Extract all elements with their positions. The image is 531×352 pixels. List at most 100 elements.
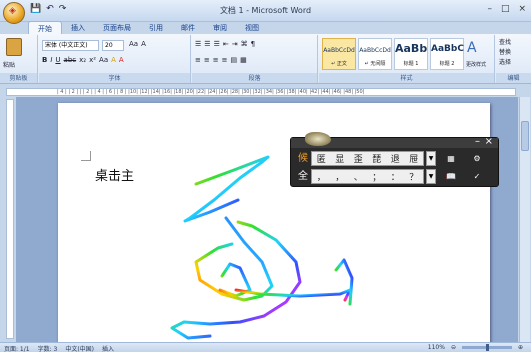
shading-button[interactable]: ▤ [231,56,238,64]
increase-indent-button[interactable]: ⇥ [232,40,238,48]
ime-punct[interactable]: ， [335,170,344,183]
minimize-button[interactable]: – [487,4,492,14]
shrink-font-button[interactable]: A [141,40,146,48]
align-right-button[interactable]: ≡ [213,56,219,64]
ime-settings-icon[interactable]: ⚙ [466,151,488,166]
zoom-slider[interactable] [461,344,512,351]
style-heading-2[interactable]: AaBbC 标题 2 [430,38,464,70]
tab-view[interactable]: 视图 [236,21,268,35]
bold-button[interactable]: B [42,56,47,64]
status-page[interactable]: 页面: 1/1 [4,344,30,352]
tab-references[interactable]: 引用 [140,21,172,35]
align-left-button[interactable]: ≡ [195,56,201,64]
vertical-scrollbar[interactable] [519,97,530,342]
tab-insert[interactable]: 插入 [62,21,94,35]
status-words[interactable]: 字数: 3 [38,344,58,352]
status-zoom[interactable]: 110% [428,344,445,351]
paragraph-row-1: ☰ ☰ ☰ ⇤ ⇥ ⌘ ¶ [195,40,255,48]
ime-handwriting-panel[interactable]: – × 候 匿 显 歪 琵 退 屉 ▼ ▦ ⚙ 全 ， ， 、 ； ： ？ ▼ … [290,132,499,187]
justify-button[interactable]: ≡ [222,56,228,64]
styles-group: AaBbCcDd ↵ 正文 AaBbCcDd ↵ 无间隔 AaBb 标题 1 A… [319,35,495,83]
highlight-button[interactable]: A [111,56,116,64]
ime-dictionary-icon[interactable]: 📖 [440,169,462,184]
grow-font-button[interactable]: Aa [129,40,138,48]
ime-candidate[interactable]: 屉 [409,152,418,165]
replace-button[interactable]: 替换 [499,48,511,58]
editing-group: 查找 替换 选择 编辑 [496,35,531,83]
style-normal[interactable]: AaBbCcDd ↵ 正文 [322,38,356,70]
ime-keyboard-icon[interactable]: ▦ [440,151,462,166]
find-button[interactable]: 查找 [499,38,511,48]
subscript-button[interactable]: x₂ [79,56,86,64]
ime-punctuation-row: 全 ， ， 、 ； ： ？ ▼ 📖 ✓ [295,168,488,184]
change-styles-label[interactable]: 更改样式 [466,61,486,68]
borders-button[interactable]: ▦ [240,56,247,64]
multilevel-list-button[interactable]: ☰ [214,40,220,48]
ime-candidate[interactable]: 歪 [354,152,363,165]
tab-page-layout[interactable]: 页面布局 [94,21,140,35]
paste-button-label[interactable]: 粘贴 [3,60,15,69]
tab-mailings[interactable]: 邮件 [172,21,204,35]
vertical-ruler[interactable] [6,99,14,339]
style-name: ↵ 正文 [331,61,347,67]
ime-punct[interactable]: ： [391,170,400,183]
strikethrough-button[interactable]: abc [64,56,77,64]
tab-review[interactable]: 审阅 [204,21,236,35]
ime-punct[interactable]: ； [372,170,381,183]
ribbon: 粘贴 剪贴板 宋体 (中文正文) 20 B I U abc x₂ x² Aa A… [0,34,531,84]
decrease-indent-button[interactable]: ⇤ [223,40,229,48]
style-sample: AaBbC [431,44,464,54]
zoom-slider-knob[interactable] [485,344,489,351]
ime-candidate[interactable]: 退 [391,152,400,165]
style-name: 标题 1 [403,61,419,67]
ime-candidate[interactable]: 琵 [372,152,381,165]
margin-corner-mark [81,151,91,161]
ime-candidate[interactable]: 显 [335,152,344,165]
ime-mode-label: 候 [298,152,308,164]
font-color-button[interactable]: A [119,56,124,64]
ime-candidate[interactable]: 匿 [317,152,326,165]
ime-candidates-dropdown[interactable]: ▼ [426,150,436,166]
status-mode[interactable]: 插入 [102,344,114,352]
bullets-button[interactable]: ☰ [195,40,201,48]
ime-confirm-icon[interactable]: ✓ [466,169,488,184]
zoom-out-icon[interactable]: ⊖ [451,344,456,351]
change-styles-icon[interactable]: A [467,40,477,56]
ime-punct[interactable]: 、 [354,170,363,183]
clipboard-group: 粘贴 剪贴板 [0,35,38,83]
paste-icon[interactable] [6,38,22,56]
status-right: 110% ⊖ ⊕ [428,344,523,351]
select-button[interactable]: 选择 [499,58,511,68]
font-name-select[interactable]: 宋体 (中文正文) [42,40,99,51]
superscript-button[interactable]: x² [89,56,96,64]
sort-button[interactable]: ⌘ [241,40,248,48]
scrollbar-thumb[interactable] [521,121,529,151]
zoom-in-icon[interactable]: ⊕ [518,344,523,351]
window-controls: – □ × [487,4,526,14]
maximize-button[interactable]: □ [501,4,510,14]
tab-home[interactable]: 开始 [28,21,62,35]
ime-close-button[interactable]: × [485,136,493,147]
ime-punct[interactable]: ？ [409,170,418,183]
underline-button[interactable]: U [55,56,60,64]
ime-punctuation-dropdown[interactable]: ▼ [426,168,436,184]
style-heading-1[interactable]: AaBb 标题 1 [394,38,428,70]
close-button[interactable]: × [518,4,526,14]
document-text[interactable]: 桌击主 [95,165,134,184]
align-center-button[interactable]: ≡ [204,56,210,64]
italic-button[interactable]: I [50,56,52,64]
horizontal-ruler[interactable]: | 4 | | 2 | | | 2 | | 4 | | 6 | | 8 | |1… [6,88,516,96]
change-case-button[interactable]: Aa [99,56,108,64]
numbering-button[interactable]: ☰ [204,40,210,48]
status-language[interactable]: 中文(中国) [65,344,94,352]
ime-minimize-button[interactable]: – [475,136,480,147]
style-no-spacing[interactable]: AaBbCcDd ↵ 无间隔 [358,38,392,70]
title-bar: ◈ 💾 ↶ ↷ 文档 1 - Microsoft Word – □ × [0,0,531,24]
ime-punct[interactable]: ， [317,170,326,183]
style-sample: AaBbCcDd [359,47,391,54]
status-left: 页面: 1/1 字数: 3 中文(中国) 插入 [4,344,114,352]
font-format-row: B I U abc x₂ x² Aa A A [42,56,124,64]
font-size-select[interactable]: 20 [102,40,124,51]
show-marks-button[interactable]: ¶ [251,40,255,48]
document-area: 桌击主 [16,97,518,342]
